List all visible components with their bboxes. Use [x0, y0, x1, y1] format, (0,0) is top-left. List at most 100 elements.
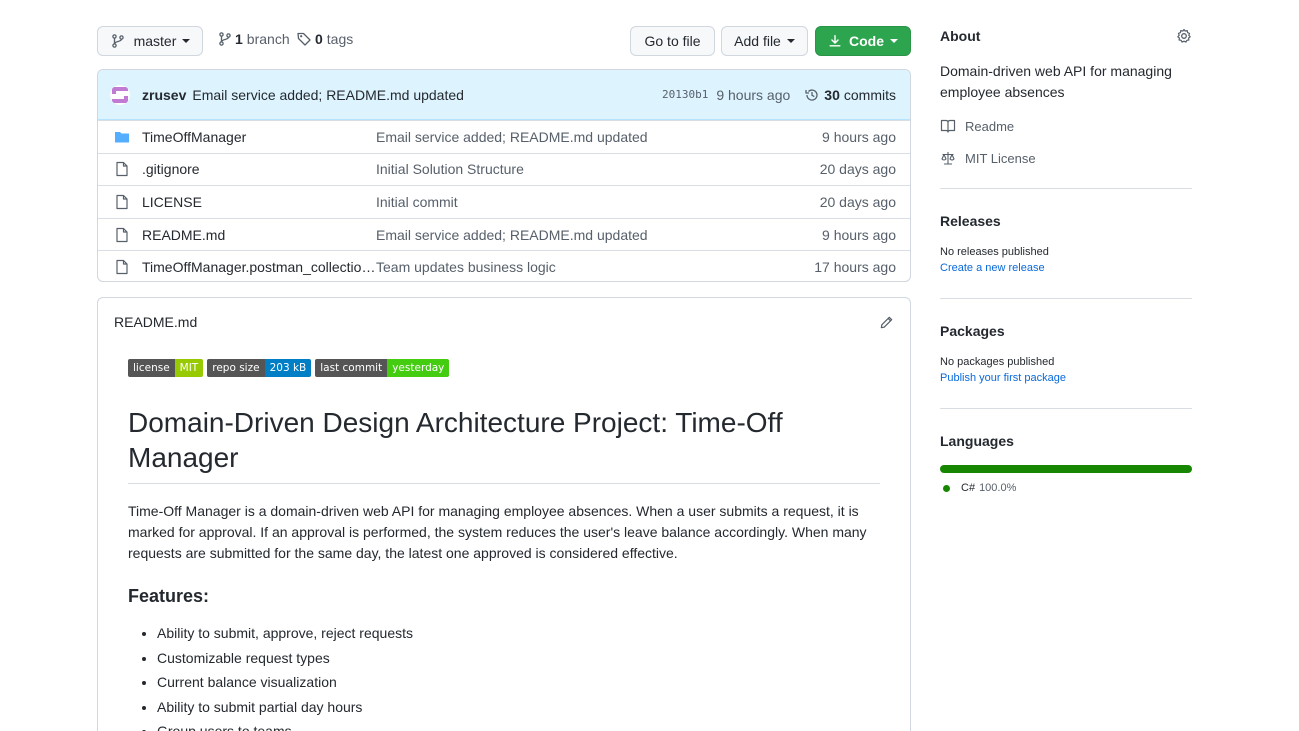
- readme-intro: Time-Off Manager is a domain-driven web …: [128, 503, 867, 561]
- file-row[interactable]: TimeOffManager Email service added; READ…: [98, 120, 910, 153]
- publish-package-link[interactable]: Publish your first package: [940, 372, 1066, 384]
- file-commit-message[interactable]: Email service added; README.md updated: [376, 227, 796, 243]
- add-file-button[interactable]: Add file: [721, 26, 808, 56]
- badge-value: MIT: [174, 359, 204, 377]
- go-to-file-label: Go to file: [644, 33, 701, 49]
- file-age: 17 hours ago: [814, 259, 896, 276]
- repo-size-badge[interactable]: repo size 203 kB: [207, 359, 312, 377]
- commit-time: 9 hours ago: [716, 86, 791, 103]
- commit-message[interactable]: Email service added; README.md updated: [192, 87, 464, 103]
- file-row[interactable]: TimeOffManager.postman_collection.j... T…: [98, 250, 910, 281]
- readme-header: README.md: [98, 298, 910, 346]
- features-heading: Features:: [128, 586, 210, 606]
- no-packages-text: No packages published: [940, 356, 1055, 368]
- branches-link[interactable]: 1 branch: [217, 31, 290, 47]
- language-percent: 100.0%: [979, 482, 1017, 494]
- go-to-file-button[interactable]: Go to file: [630, 26, 715, 56]
- code-button[interactable]: Code: [815, 26, 911, 56]
- avatar[interactable]: [110, 84, 130, 105]
- list-item: Current balance visualization: [157, 670, 880, 695]
- license-link[interactable]: MIT License: [940, 150, 1036, 166]
- file-browser: zrusev Email service added; README.md up…: [97, 69, 911, 282]
- list-item: Group users to teams: [157, 719, 880, 731]
- file-age: 9 hours ago: [822, 226, 896, 243]
- list-item: Customizable request types: [157, 646, 880, 671]
- commits-label: commits: [843, 86, 896, 103]
- packages-heading[interactable]: Packages: [940, 323, 1005, 339]
- file-commit-message[interactable]: Email service added; README.md updated: [376, 129, 796, 145]
- features-list: Ability to submit, approve, reject reque…: [128, 621, 880, 731]
- last-commit-badge[interactable]: last commit yesterday: [315, 359, 450, 377]
- file-icon: [116, 260, 128, 275]
- file-icon: [116, 194, 128, 210]
- git-branch-icon: [111, 34, 124, 48]
- license-link-label: MIT License: [965, 150, 1036, 166]
- tag-icon: [297, 32, 311, 46]
- file-icon: [116, 227, 128, 242]
- badge-label: repo size: [207, 359, 265, 377]
- commits-link[interactable]: 30 commits: [804, 87, 896, 103]
- repo-sidebar: About Domain-driven web API for managing…: [940, 0, 1192, 731]
- language-color-dot: [943, 484, 950, 492]
- license-badge[interactable]: license MIT: [128, 359, 204, 377]
- file-name[interactable]: .gitignore: [142, 161, 376, 177]
- commit-sha[interactable]: 20130b1: [662, 88, 708, 101]
- badge-row: license MIT repo size 203 kB last commit…: [128, 359, 880, 377]
- language-bar-fill: [940, 465, 1192, 473]
- list-item: Ability to submit, approve, reject reque…: [157, 621, 880, 646]
- pencil-icon[interactable]: [879, 315, 894, 330]
- code-label: Code: [849, 33, 884, 49]
- book-icon: [940, 119, 956, 133]
- law-icon: [941, 152, 955, 165]
- readme-filename[interactable]: README.md: [114, 314, 197, 330]
- file-commit-message[interactable]: Team updates business logic: [376, 259, 796, 275]
- create-release-link[interactable]: Create a new release: [940, 262, 1045, 274]
- commits-count: 30: [824, 86, 840, 103]
- download-icon: [829, 35, 841, 47]
- file-name[interactable]: TimeOffManager: [142, 129, 376, 145]
- branch-select-label: master: [133, 33, 177, 49]
- gear-icon[interactable]: [1176, 28, 1192, 44]
- commit-author[interactable]: zrusev: [142, 87, 186, 103]
- readme-link-label: Readme: [965, 118, 1015, 134]
- badge-label: last commit: [315, 359, 388, 377]
- caret-down-icon: [182, 39, 191, 43]
- file-age: 20 days ago: [819, 161, 896, 178]
- badge-value: yesterday: [387, 359, 450, 377]
- badge-label: license: [128, 359, 175, 377]
- add-file-label: Add file: [734, 33, 781, 49]
- file-icon: [116, 162, 128, 177]
- caret-down-icon: [890, 39, 898, 43]
- languages-heading: Languages: [940, 433, 1014, 449]
- file-commit-message[interactable]: Initial Solution Structure: [376, 161, 796, 177]
- readme-link[interactable]: Readme: [940, 118, 1014, 134]
- language-bar: [940, 465, 1192, 473]
- git-branch-icon: [219, 32, 231, 46]
- file-name[interactable]: README.md: [142, 227, 376, 243]
- file-row[interactable]: README.md Email service added; README.md…: [98, 217, 910, 251]
- branch-select-button[interactable]: master: [97, 26, 203, 56]
- folder-icon: [115, 131, 129, 143]
- file-name[interactable]: LICENSE: [142, 194, 376, 210]
- file-age: 9 hours ago: [822, 128, 896, 145]
- file-row[interactable]: LICENSE Initial commit 20 days ago: [98, 185, 910, 218]
- readme-panel: README.md license MIT repo size 203 kB l…: [97, 297, 911, 731]
- file-row[interactable]: .gitignore Initial Solution Structure 20…: [98, 152, 910, 186]
- language-name: C#: [961, 482, 976, 494]
- branches-count: 1: [235, 31, 243, 47]
- no-releases-text: No releases published: [940, 246, 1049, 258]
- tags-count: 0: [315, 31, 323, 47]
- file-name[interactable]: TimeOffManager.postman_collection.j...: [142, 259, 376, 275]
- about-description: Domain-driven web API for managing emplo…: [940, 63, 1172, 100]
- list-item: Ability to submit partial day hours: [157, 695, 880, 720]
- tags-link[interactable]: 0 tags: [296, 31, 353, 47]
- file-commit-message[interactable]: Initial commit: [376, 194, 796, 210]
- releases-heading[interactable]: Releases: [940, 213, 1001, 229]
- branches-label: branch: [246, 31, 290, 47]
- file-age: 20 days ago: [819, 193, 896, 210]
- latest-commit-bar: zrusev Email service added; README.md up…: [98, 70, 910, 120]
- language-item[interactable]: C# 100.0%: [943, 482, 1016, 494]
- badge-value: 203 kB: [264, 359, 312, 377]
- about-heading: About: [940, 28, 981, 44]
- caret-down-icon: [786, 39, 795, 43]
